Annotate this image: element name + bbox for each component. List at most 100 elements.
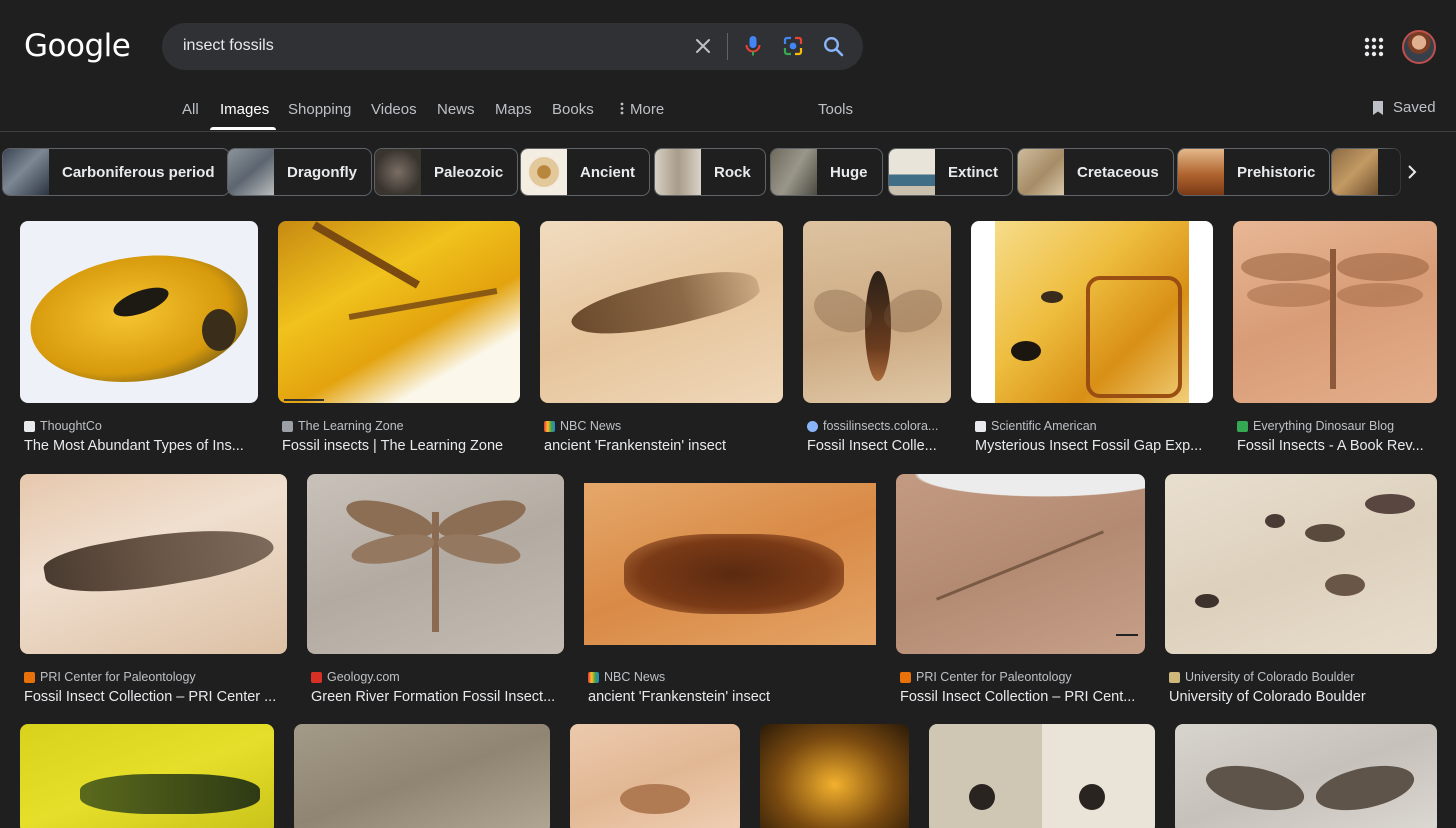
active-tab-indicator — [210, 127, 276, 130]
result-title[interactable]: Fossil Insect Collection – PRI Cent... — [900, 689, 1145, 705]
result-source[interactable]: NBC News — [544, 419, 621, 433]
result-image[interactable] — [20, 724, 274, 828]
result-image[interactable] — [760, 724, 909, 828]
favicon — [975, 420, 986, 432]
source-label: ThoughtCo — [40, 419, 102, 433]
favicon — [588, 671, 599, 683]
lens-icon[interactable] — [781, 34, 805, 58]
result-source[interactable]: Everything Dinosaur Blog — [1237, 419, 1394, 433]
result-source[interactable]: University of Colorado Boulder — [1169, 670, 1355, 684]
chip-paleozoic[interactable]: Paleozoic — [374, 148, 519, 196]
favicon — [282, 420, 293, 432]
favicon — [1169, 671, 1180, 683]
result-source[interactable]: fossilinsects.colora... — [807, 419, 938, 433]
google-apps-icon[interactable] — [1363, 36, 1385, 58]
header-divider — [0, 131, 1456, 132]
favicon — [807, 420, 818, 432]
microphone-icon[interactable] — [741, 34, 765, 58]
chevron-right-icon[interactable] — [1398, 158, 1426, 186]
result-image[interactable] — [929, 724, 1155, 828]
more-vert-icon — [620, 102, 624, 115]
result-title[interactable]: ancient 'Frankenstein' insect — [588, 689, 876, 705]
result-source[interactable]: NBC News — [588, 670, 665, 684]
favicon — [1237, 420, 1248, 432]
result-image[interactable] — [20, 474, 287, 654]
chip-thumbnail — [228, 149, 274, 195]
result-title[interactable]: Mysterious Insect Fossil Gap Exp... — [975, 438, 1213, 454]
tab-images[interactable]: Images — [220, 101, 269, 118]
result-image[interactable] — [803, 221, 951, 403]
saved-label: Saved — [1393, 99, 1436, 116]
result-image[interactable] — [20, 221, 258, 403]
source-label: PRI Center for Paleontology — [916, 670, 1072, 684]
chip-thumbnail — [521, 149, 567, 195]
tab-news[interactable]: News — [437, 101, 475, 118]
chip-cretaceous[interactable]: Cretaceous — [1017, 148, 1174, 196]
tab-more[interactable]: More — [620, 101, 664, 118]
result-image[interactable] — [1233, 221, 1437, 403]
result-image[interactable] — [294, 724, 550, 828]
chip-thumbnail — [1018, 149, 1064, 195]
result-title[interactable]: Fossil Insect Collection – PRI Center ..… — [24, 689, 287, 705]
chip-label: Rock — [714, 163, 751, 181]
account-avatar[interactable] — [1402, 30, 1436, 64]
result-image[interactable] — [307, 474, 564, 654]
result-title[interactable]: The Most Abundant Types of Ins... — [24, 438, 256, 454]
source-label: University of Colorado Boulder — [1185, 670, 1355, 684]
source-label: Geology.com — [327, 670, 400, 684]
chip-huge[interactable]: Huge — [770, 148, 883, 196]
tab-videos[interactable]: Videos — [371, 101, 417, 118]
result-title[interactable]: Fossil Insect Colle... — [807, 438, 951, 454]
tab-all[interactable]: All — [182, 101, 199, 118]
chip-prehistoric[interactable]: Prehistoric — [1177, 148, 1331, 196]
result-title[interactable]: Fossil Insects - A Book Rev... — [1237, 438, 1437, 454]
result-title[interactable]: Green River Formation Fossil Insect... — [311, 689, 564, 705]
result-source[interactable]: PRI Center for Paleontology — [900, 670, 1072, 684]
tab-maps[interactable]: Maps — [495, 101, 532, 118]
result-source[interactable]: Scientific American — [975, 419, 1097, 433]
favicon — [311, 671, 322, 683]
chip-label: Ancient — [580, 163, 636, 181]
result-source[interactable]: PRI Center for Paleontology — [24, 670, 196, 684]
result-image[interactable] — [540, 221, 783, 403]
result-title[interactable]: University of Colorado Boulder — [1169, 689, 1437, 705]
result-title[interactable]: ancient 'Frankenstein' insect — [544, 438, 783, 454]
chip-extinct[interactable]: Extinct — [888, 148, 1014, 196]
tools-button[interactable]: Tools — [818, 101, 853, 118]
result-source[interactable]: The Learning Zone — [282, 419, 404, 433]
saved-button[interactable]: Saved — [1371, 99, 1436, 116]
result-image[interactable] — [1165, 474, 1437, 654]
source-label: fossilinsects.colora... — [823, 419, 939, 433]
tab-books[interactable]: Books — [552, 101, 594, 118]
result-image[interactable] — [971, 221, 1213, 403]
result-image[interactable] — [896, 474, 1145, 654]
search-query[interactable]: insect fossils — [183, 37, 274, 55]
result-image[interactable] — [584, 474, 876, 654]
result-title[interactable]: Fossil insects | The Learning Zone — [282, 438, 520, 454]
chip-label: Dragonfly — [287, 163, 358, 181]
chip-thumbnail — [3, 149, 49, 195]
chip-thumbnail — [889, 149, 935, 195]
source-label: Scientific American — [991, 419, 1097, 433]
chip-dragonfly[interactable]: Dragonfly — [227, 148, 373, 196]
chip-thumbnail — [655, 149, 701, 195]
result-source[interactable]: ThoughtCo — [24, 419, 102, 433]
result-image[interactable] — [1175, 724, 1437, 828]
chip-rock[interactable]: Rock — [654, 148, 766, 196]
source-label: PRI Center for Paleontology — [40, 670, 196, 684]
chip-carboniferous-period[interactable]: Carboniferous period — [2, 148, 230, 196]
tab-shopping[interactable]: Shopping — [288, 101, 351, 118]
clear-icon[interactable] — [691, 34, 715, 58]
search-icon[interactable] — [821, 34, 845, 58]
chip-label: Prehistoric — [1237, 163, 1316, 181]
chip-label: Paleozoic — [434, 163, 504, 181]
favicon — [900, 671, 911, 683]
chip-ancient[interactable]: Ancient — [520, 148, 651, 196]
result-source[interactable]: Geology.com — [311, 670, 400, 684]
google-logo[interactable]: Google — [24, 28, 131, 64]
result-image[interactable] — [570, 724, 740, 828]
chip-label: Huge — [830, 163, 868, 181]
result-image[interactable] — [278, 221, 520, 403]
search-box[interactable]: insect fossils — [162, 23, 863, 70]
chip-thumbnail — [1332, 149, 1378, 195]
